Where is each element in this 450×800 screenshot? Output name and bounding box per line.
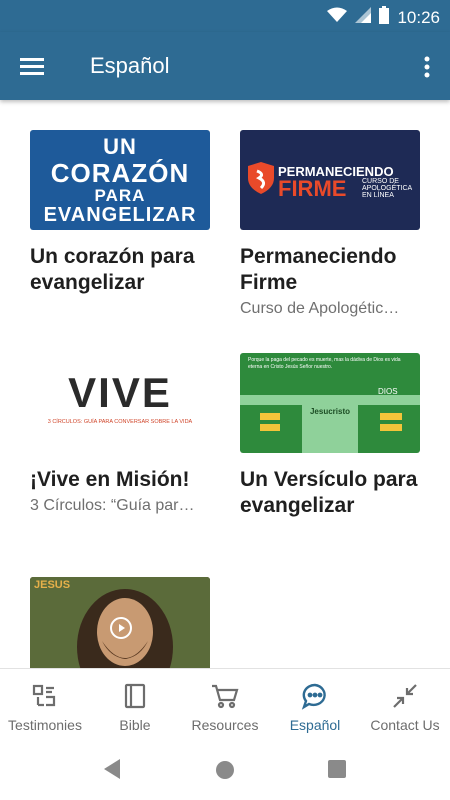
- card-thumbnail: UN CORAZÓN PARA EVANGELIZAR: [30, 130, 210, 230]
- nav-label: Español: [289, 717, 341, 733]
- resource-card[interactable]: PERMANECIENDO FIRME CURSO DE APOLOGÉTICA…: [240, 130, 420, 318]
- thumb-text: APOLOGÉTICA: [362, 185, 413, 192]
- thumb-text: CORAZÓN: [50, 158, 190, 188]
- card-title: Permaneciendo Firme: [240, 245, 397, 294]
- status-time: 10:26: [397, 7, 440, 27]
- nav-contact-us[interactable]: Contact Us: [360, 669, 450, 745]
- cart-icon: [180, 681, 270, 711]
- app-bar: Español: [0, 32, 450, 100]
- system-navigation-bar: [0, 744, 450, 800]
- nav-resources[interactable]: Resources: [180, 669, 270, 745]
- card-title: Un Versículo para evangelizar: [240, 468, 418, 517]
- card-thumbnail: JESUS: [30, 577, 210, 668]
- menu-icon[interactable]: [20, 52, 50, 82]
- back-icon[interactable]: [102, 758, 122, 780]
- chat-icon: [270, 681, 360, 711]
- wifi-icon: [327, 7, 348, 28]
- thumb-text: EVANGELIZAR: [43, 204, 197, 226]
- nav-espanol[interactable]: Español: [270, 669, 360, 745]
- thumb-text: CURSO DE: [362, 178, 399, 185]
- card-thumbnail: PERMANECIENDO FIRME CURSO DE APOLOGÉTICA…: [240, 130, 420, 230]
- battery-icon: [379, 6, 390, 29]
- thumb-text: DIOS: [378, 387, 398, 396]
- thumb-text: Jesucristo: [309, 407, 351, 416]
- card-subtitle: Curso de Apologétic…: [240, 300, 400, 317]
- recents-icon[interactable]: [328, 760, 346, 778]
- bible-icon: [90, 681, 180, 711]
- thumb-text: FIRME: [278, 176, 347, 201]
- thumb-text: UN: [103, 134, 137, 159]
- nav-label: Testimonies: [8, 717, 82, 733]
- resource-card[interactable]: VIVE 3 CÍRCULOS: GUÍA PARA CONVERSAR SOB…: [30, 353, 210, 515]
- thumb-text: EN LÍNEA: [362, 192, 394, 199]
- card-thumbnail: VIVE 3 CÍRCULOS: GUÍA PARA CONVERSAR SOB…: [30, 353, 210, 453]
- card-subtitle: 3 Círculos: “Guía par…: [30, 497, 195, 514]
- thumb-text: VIVE: [68, 369, 172, 416]
- bottom-navigation: Testimonies Bible Resources Español Cont…: [0, 668, 450, 745]
- resource-card[interactable]: UN CORAZÓN PARA EVANGELIZAR Un corazón p…: [30, 130, 210, 296]
- nav-label: Resources: [191, 717, 259, 733]
- thumb-text: Porque la paga del pecado es muerte, mas…: [248, 357, 401, 370]
- nav-label: Bible: [119, 717, 151, 733]
- card-title: Un corazón para evangelizar: [30, 245, 195, 294]
- nav-bible[interactable]: Bible: [90, 669, 180, 745]
- resource-card[interactable]: JESUS: [30, 577, 210, 668]
- home-icon[interactable]: [215, 760, 235, 780]
- shrink-arrows-icon: [360, 681, 450, 711]
- card-title: ¡Vive en Misión!: [30, 468, 190, 491]
- resource-card[interactable]: Porque la paga del pecado es muerte, mas…: [240, 353, 420, 519]
- more-options-icon[interactable]: [420, 52, 434, 82]
- thumb-text: 3 CÍRCULOS: GUÍA PARA CONVERSAR SOBRE LA…: [47, 419, 193, 425]
- thumb-text: PARA: [94, 186, 146, 205]
- nav-testimonies[interactable]: Testimonies: [0, 669, 90, 745]
- thumb-text: JESUS: [34, 579, 71, 591]
- page-title: Español: [90, 53, 170, 78]
- cell-signal-icon: [355, 7, 372, 28]
- play-icon[interactable]: [110, 617, 132, 639]
- resource-grid: UN CORAZÓN PARA EVANGELIZAR Un corazón p…: [0, 100, 450, 668]
- status-bar: 10:26: [0, 0, 450, 32]
- card-thumbnail: Porque la paga del pecado es muerte, mas…: [240, 353, 420, 453]
- testimonies-icon: [0, 681, 90, 711]
- nav-label: Contact Us: [370, 717, 440, 733]
